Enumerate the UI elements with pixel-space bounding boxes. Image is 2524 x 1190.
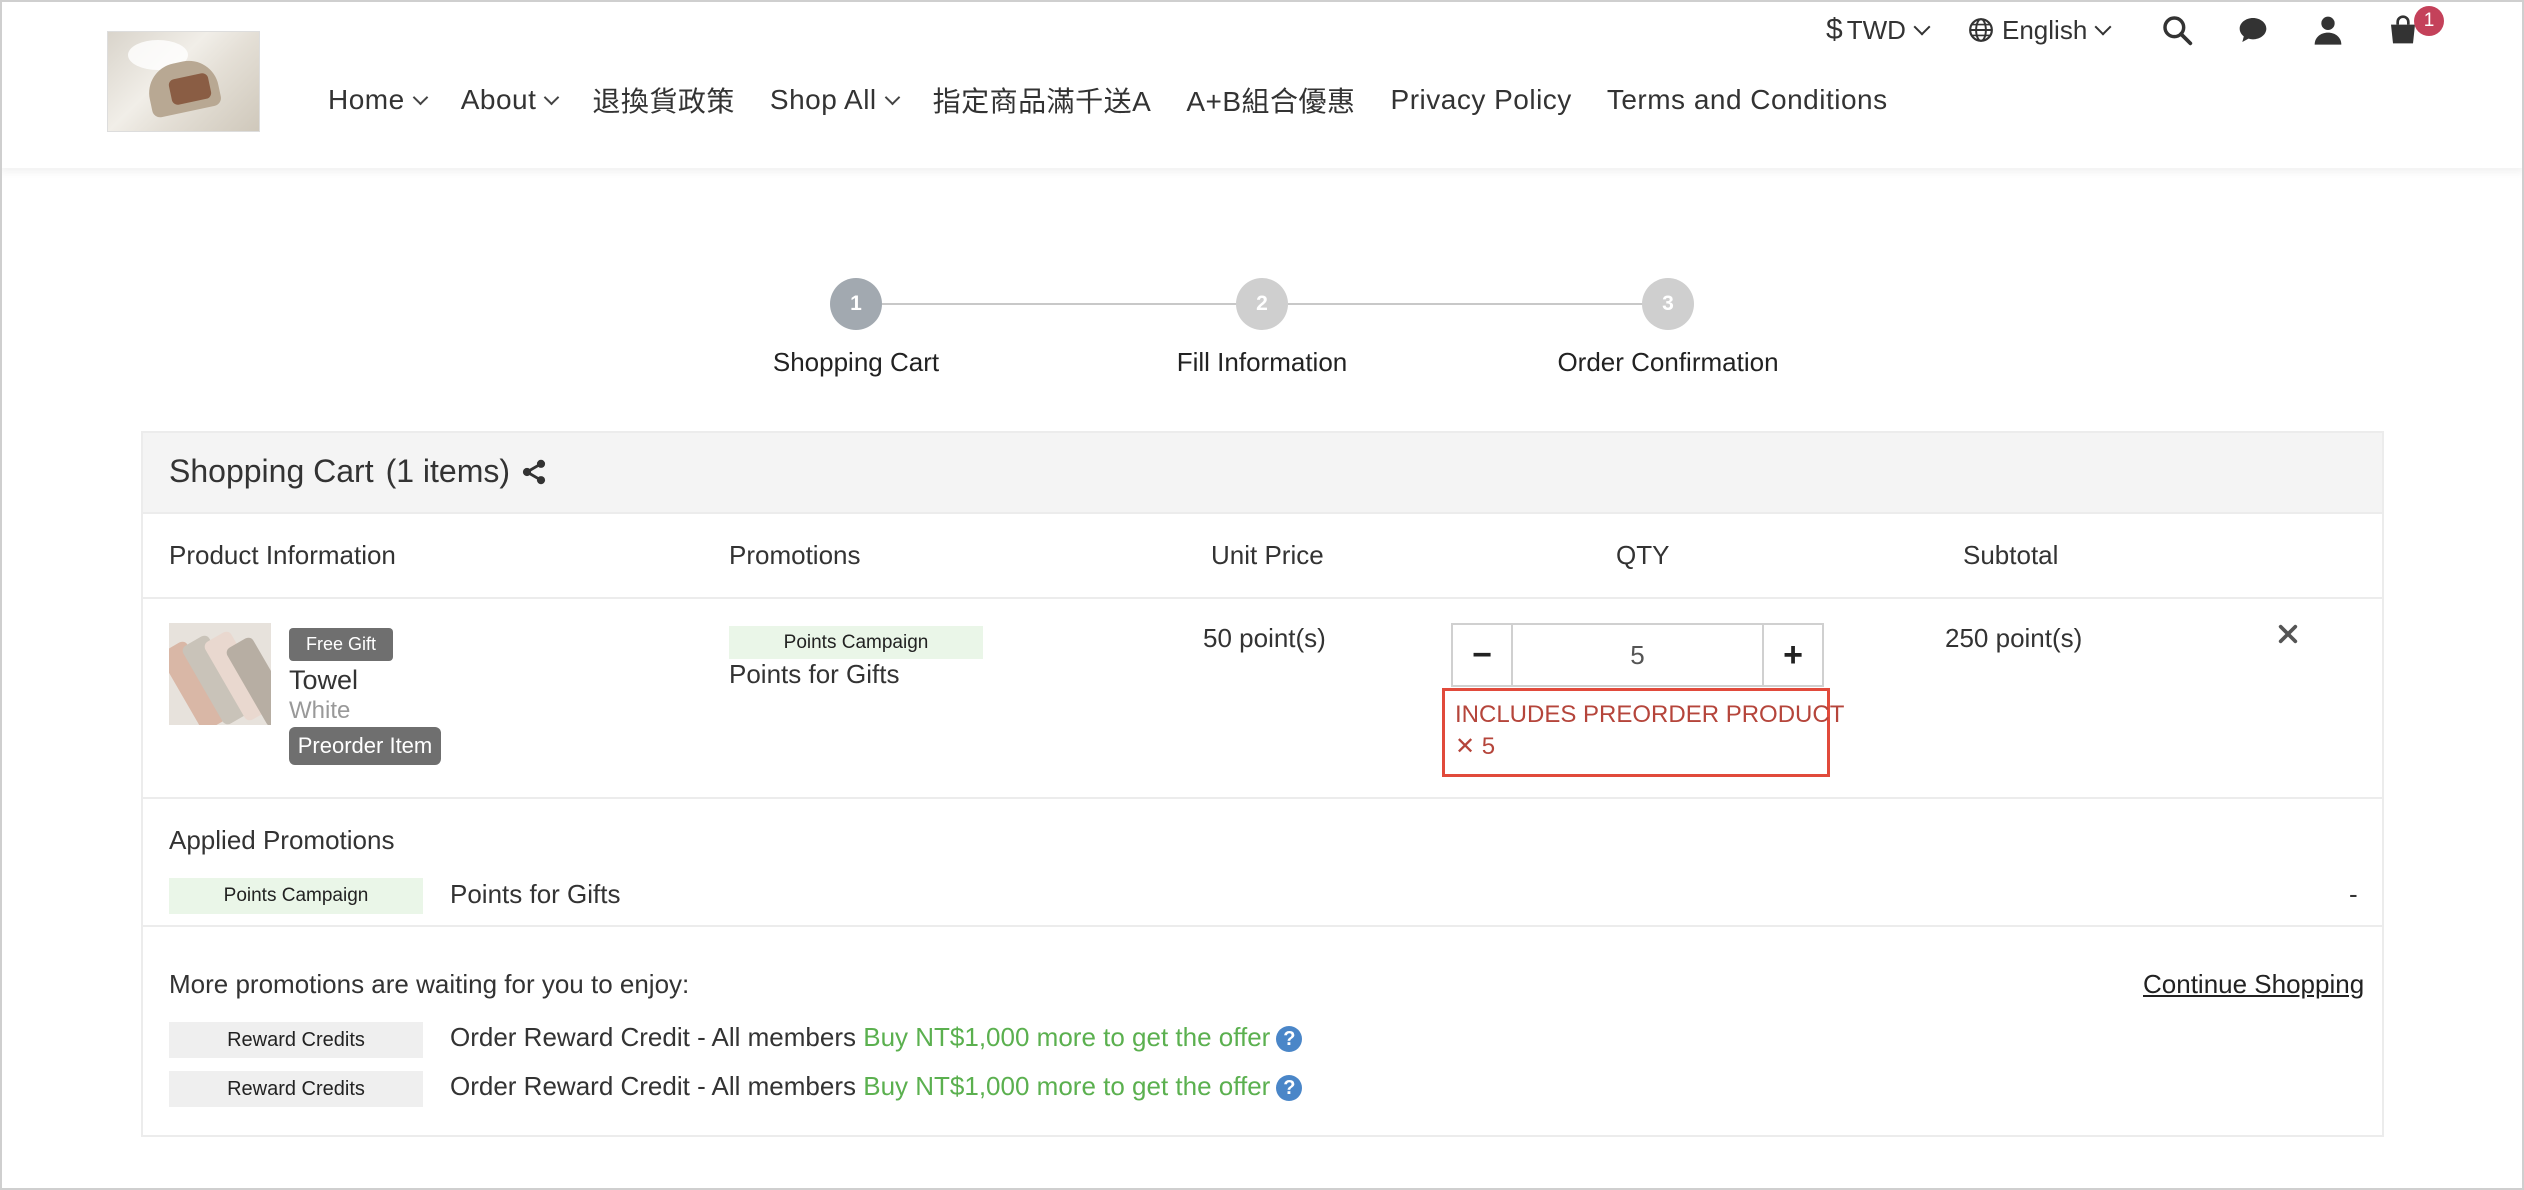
col-unit-price: Unit Price: [1211, 540, 1324, 570]
col-subtotal: Subtotal: [1963, 540, 2059, 570]
step-1-label: Shopping Cart: [772, 347, 940, 377]
quantity-input[interactable]: 5: [1513, 625, 1762, 685]
store-logo[interactable]: [107, 31, 260, 132]
preorder-warning: INCLUDES PREORDER PRODUCT ✕ 5: [1442, 688, 1844, 777]
col-qty: QTY: [1616, 540, 1670, 570]
quantity-stepper: − 5 +: [1451, 623, 1824, 687]
decrease-qty-button[interactable]: −: [1453, 625, 1513, 685]
continue-shopping-link[interactable]: Continue Shopping: [2143, 969, 2364, 1000]
item-subtotal: 250 point(s): [1945, 623, 2083, 653]
step-2-indicator: 2: [1236, 278, 1288, 330]
step-2-label: Fill Information: [1176, 347, 1348, 377]
col-promotions: Promotions: [729, 540, 861, 570]
chevron-down-icon: [2094, 18, 2112, 36]
user-icon[interactable]: [2310, 12, 2346, 48]
nav-item-shop-all[interactable]: Shop All: [770, 84, 900, 116]
col-product-info: Product Information: [169, 540, 396, 570]
divider: [143, 597, 2382, 599]
divider: [143, 925, 2382, 927]
offer-tag: Reward Credits: [169, 1071, 423, 1107]
site-header: $ TWD English 1 Home About 退換貨政策 Shop Al…: [0, 0, 2524, 168]
remove-item-icon[interactable]: [2277, 623, 2299, 650]
help-icon[interactable]: ?: [1276, 1075, 1303, 1102]
offer-hint: Buy NT$1,000 more to get the offer: [863, 1071, 1271, 1101]
main-nav: Home About 退換貨政策 Shop All 指定商品滿千送A A+B組合…: [328, 80, 1923, 120]
offer-name: Order Reward Credit - All members: [450, 1022, 856, 1052]
chevron-down-icon: [544, 89, 560, 105]
applied-promotions-heading: Applied Promotions: [169, 825, 395, 855]
unit-price: 50 point(s): [1203, 623, 1326, 653]
currency-code: TWD: [1846, 14, 1906, 45]
step-1-indicator: 1: [830, 278, 882, 330]
step-connector: [882, 303, 1268, 305]
nav-item-about[interactable]: About: [461, 84, 560, 116]
divider: [143, 797, 2382, 799]
step-3-label: Order Confirmation: [1557, 347, 1779, 377]
step-connector: [1288, 303, 1674, 305]
applied-promo-value: -: [2349, 879, 2358, 909]
nav-item-privacy-policy[interactable]: Privacy Policy: [1391, 84, 1572, 116]
language-label: English: [2002, 14, 2088, 45]
product-name[interactable]: Towel: [289, 665, 358, 696]
dollar-icon: $: [1826, 13, 1843, 46]
cart-header: Shopping Cart (1 items): [143, 433, 2382, 514]
nav-item-terms[interactable]: Terms and Conditions: [1607, 84, 1888, 116]
cart-count-badge: 1: [2414, 6, 2444, 36]
chevron-down-icon: [412, 89, 428, 105]
nav-item-gift-promo[interactable]: 指定商品滿千送A: [933, 80, 1152, 120]
nav-item-home[interactable]: Home: [328, 84, 428, 116]
product-variant: White: [289, 697, 351, 724]
chevron-down-icon: [884, 89, 900, 105]
currency-selector[interactable]: $ TWD: [1826, 12, 1931, 48]
free-gift-badge: Free Gift: [289, 628, 393, 661]
nav-item-return-policy[interactable]: 退換貨政策: [592, 80, 735, 120]
more-promotions-heading: More promotions are waiting for you to e…: [169, 969, 690, 999]
language-selector[interactable]: English: [1968, 12, 2112, 48]
cart-title: Shopping Cart (1 items): [169, 453, 548, 490]
share-icon[interactable]: [520, 458, 548, 486]
applied-promo-tag: Points Campaign: [169, 878, 423, 914]
chat-icon[interactable]: [2235, 12, 2271, 48]
offer-name: Order Reward Credit - All members: [450, 1071, 856, 1101]
promo-name: Points for Gifts: [729, 659, 900, 689]
promo-tag: Points Campaign: [729, 626, 983, 659]
offer-tag: Reward Credits: [169, 1022, 423, 1058]
shopping-cart-panel: Shopping Cart (1 items) Product Informat…: [141, 431, 2384, 1137]
nav-item-bundle-promo[interactable]: A+B組合優惠: [1186, 80, 1355, 120]
offer-hint: Buy NT$1,000 more to get the offer: [863, 1022, 1271, 1052]
preorder-badge: Preorder Item: [289, 727, 441, 765]
globe-icon: [1968, 17, 1994, 43]
chevron-down-icon: [1913, 18, 1931, 36]
step-3-indicator: 3: [1642, 278, 1694, 330]
help-icon[interactable]: ?: [1276, 1026, 1303, 1053]
product-thumbnail[interactable]: [169, 623, 271, 725]
preorder-warning-count: ✕ 5: [1455, 733, 1496, 760]
applied-promo-name: Points for Gifts: [450, 879, 621, 909]
preorder-warning-text: INCLUDES PREORDER PRODUCT: [1455, 701, 1845, 728]
search-icon[interactable]: [2159, 12, 2195, 48]
increase-qty-button[interactable]: +: [1762, 625, 1822, 685]
